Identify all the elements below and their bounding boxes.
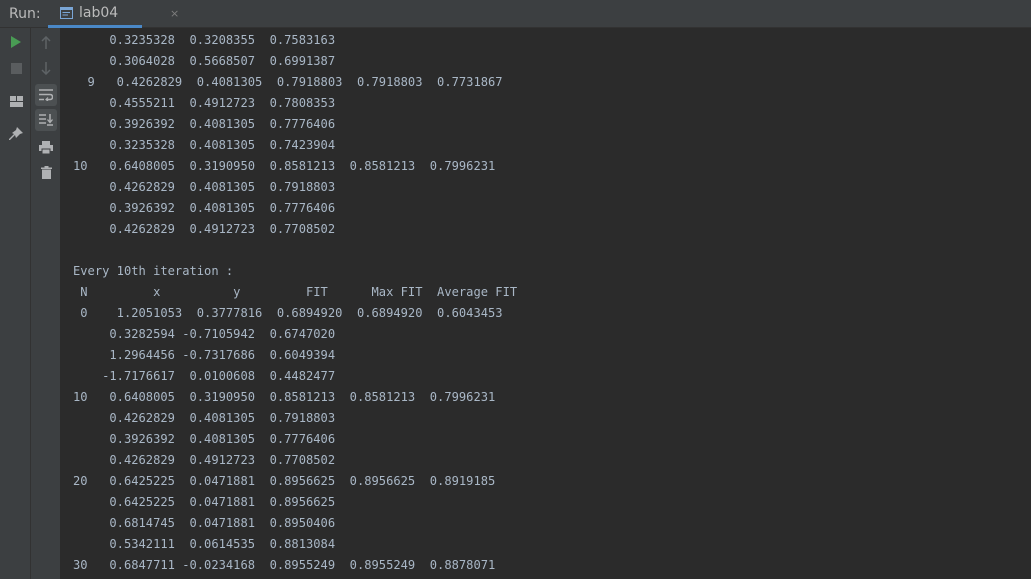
console-line: 0.3064028 0.5668507 0.6991387 <box>73 54 336 68</box>
print-button[interactable] <box>35 136 57 158</box>
previous-occurrence-button[interactable] <box>35 31 57 53</box>
console-line: 0 1.2051053 0.3777816 0.6894920 0.689492… <box>73 306 503 320</box>
console-line: 0.3926392 0.4081305 0.7776406 <box>73 117 336 131</box>
console-line: Every 10th iteration : <box>73 264 234 278</box>
tab-lab04[interactable]: lab04 × <box>48 0 179 28</box>
pin-button[interactable] <box>5 123 27 145</box>
tool-window-header: Run: lab04 × <box>0 0 1031 28</box>
console-line: 30 0.6847711 -0.0234168 0.8955249 0.8955… <box>73 558 496 572</box>
console-line: 0.4262829 0.4912723 0.7708502 <box>73 222 336 236</box>
console-line: 0.3235328 0.3208355 0.7583163 <box>73 33 336 47</box>
console-output[interactable]: 0.3235328 0.3208355 0.7583163 0.3064028 … <box>61 28 1031 579</box>
console-line: 0.4262829 0.4912723 0.7708502 <box>73 453 336 467</box>
run-tool-window: Run: lab04 × 0.3235328 0.3208355 0.75831… <box>0 0 1031 579</box>
console-line: 9 0.4262829 0.4081305 0.7918803 0.791880… <box>73 75 503 89</box>
down-arrow-icon <box>41 61 51 75</box>
console-line: 0.3235328 0.4081305 0.7423904 <box>73 138 336 152</box>
console-line: 1.2964456 -0.7317686 0.6049394 <box>73 348 336 362</box>
scroll-to-end-button[interactable] <box>35 109 57 131</box>
print-icon <box>39 140 53 154</box>
soft-wrap-icon <box>39 89 53 101</box>
console-line: N x y FIT Max FIT Average FIT <box>73 285 518 299</box>
pin-icon <box>9 127 23 140</box>
console-line: 10 0.6408005 0.3190950 0.8581213 0.85812… <box>73 390 496 404</box>
close-icon[interactable]: × <box>170 7 179 21</box>
run-toolbar <box>0 28 31 579</box>
tab-label: lab04 <box>79 5 119 21</box>
scroll-to-end-icon <box>39 114 53 126</box>
up-arrow-icon <box>41 35 51 49</box>
run-label: Run: <box>9 6 41 22</box>
console-line: 10 0.6408005 0.3190950 0.8581213 0.85812… <box>73 159 496 173</box>
console-lines: 0.3235328 0.3208355 0.7583163 0.3064028 … <box>73 30 517 576</box>
console-line: 0.4555211 0.4912723 0.7808353 <box>73 96 336 110</box>
run-icon <box>11 36 21 48</box>
stop-button[interactable] <box>5 57 27 79</box>
trash-icon <box>40 165 52 179</box>
console-line: 0.3282594 -0.7105942 0.6747020 <box>73 327 336 341</box>
console-line: 0.6814745 0.0471881 0.8950406 <box>73 516 336 530</box>
console-icon <box>60 7 73 19</box>
soft-wrap-button[interactable] <box>35 84 57 106</box>
console-line: -1.7176617 0.0100608 0.4482477 <box>73 369 336 383</box>
console-line: 20 0.6425225 0.0471881 0.8956625 0.89566… <box>73 474 496 488</box>
console-line: 0.3926392 0.4081305 0.7776406 <box>73 432 336 446</box>
console-line: 0.3926392 0.4081305 0.7776406 <box>73 201 336 215</box>
stop-icon <box>10 62 22 74</box>
console-line: 0.4262829 0.4081305 0.7918803 <box>73 180 336 194</box>
console-line: 0.4262829 0.4081305 0.7918803 <box>73 411 336 425</box>
console-line: 0.5342111 0.0614535 0.8813084 <box>73 537 336 551</box>
console-line: 0.6425225 0.0471881 0.8956625 <box>73 495 336 509</box>
next-occurrence-button[interactable] <box>35 57 57 79</box>
layout-button[interactable] <box>5 90 27 112</box>
console-toolbar <box>31 28 61 579</box>
clear-all-button[interactable] <box>35 161 57 183</box>
layout-icon <box>9 95 23 107</box>
run-button[interactable] <box>5 31 27 53</box>
